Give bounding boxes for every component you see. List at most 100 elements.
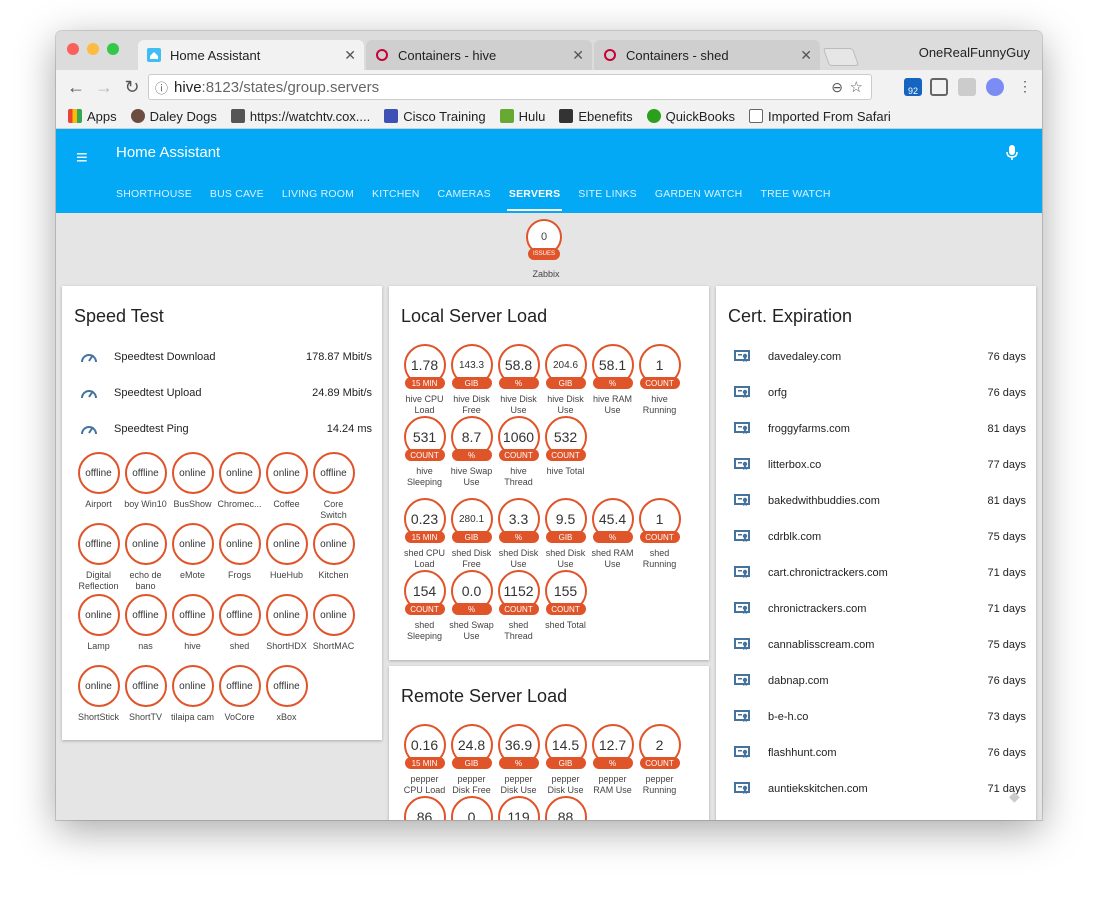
sensor-badge[interactable]: 0.16 15 MIN pepper CPU Load — [401, 724, 448, 796]
sensor-badge[interactable]: 0.0% shed Swap Use — [448, 570, 495, 642]
sensor-badge[interactable]: 155 COUNT shed Total — [542, 570, 589, 642]
tab-shorthouse[interactable]: SHORTHOUSE — [116, 188, 192, 200]
sensor-badge[interactable]: 1 COUNT shed Running — [636, 498, 683, 570]
device-badge[interactable]: online HueHub — [263, 523, 310, 592]
browser-tab-containers-hive[interactable]: Containers - hive ✕ — [366, 40, 592, 70]
close-tab-icon[interactable]: ✕ — [800, 47, 812, 64]
sensor-badge[interactable]: 86 — [401, 796, 448, 820]
tab-tree-watch[interactable]: TREE WATCH — [760, 188, 830, 200]
new-tab-button[interactable] — [822, 48, 860, 66]
device-badge[interactable]: offline Airport — [75, 452, 122, 521]
cert-row[interactable]: bakedwithbuddies.com 81 days — [728, 491, 1026, 511]
device-badge[interactable]: online Frogs — [216, 523, 263, 592]
device-badge[interactable]: online ShortMAC — [310, 594, 357, 663]
device-badge[interactable]: offline hive — [169, 594, 216, 663]
bookmark-hulu[interactable]: Hulu — [499, 109, 545, 124]
tab-living-room[interactable]: LIVING ROOM — [282, 188, 354, 200]
microphone-icon[interactable] — [1006, 145, 1022, 163]
sensor-badge[interactable]: 531 COUNT hive Sleeping — [401, 416, 448, 488]
device-badge[interactable]: online eMote — [169, 523, 216, 592]
sensor-badge[interactable]: 3.3% shed Disk Use — [495, 498, 542, 570]
browser-tab-home-assistant[interactable]: Home Assistant ✕ — [138, 40, 364, 70]
tab-kitchen[interactable]: KITCHEN — [372, 188, 420, 200]
cert-row[interactable]: cannablisscream.com 75 days — [728, 635, 1026, 655]
sensor-badge[interactable]: 88 — [542, 796, 589, 820]
speedtest-ping-row[interactable]: Speedtest Ping 14.24 ms — [74, 419, 372, 439]
tab-bus-cave[interactable]: BUS CAVE — [210, 188, 264, 200]
bookmark-star-icon[interactable]: ☆ — [850, 78, 863, 96]
sensor-badge[interactable]: 1152 COUNT shed Thread — [495, 570, 542, 642]
cert-row[interactable]: b-e-h.co 73 days — [728, 707, 1026, 727]
back-button[interactable]: ← — [62, 77, 90, 98]
tab-servers[interactable]: SERVERS — [506, 188, 563, 211]
device-badge[interactable]: offline nas — [122, 594, 169, 663]
scroll-indicator-icon[interactable]: ◆ — [1009, 788, 1020, 805]
cert-row[interactable]: chronictrackers.com 71 days — [728, 599, 1026, 619]
bookmark-apps[interactable]: Apps — [68, 109, 117, 124]
google-extension-icon[interactable] — [958, 78, 976, 96]
extension-icon[interactable]: 92 — [904, 78, 922, 96]
device-badge[interactable]: offline Core Switch — [310, 452, 357, 521]
zabbix-badge[interactable]: 0 ISSUES Zabbix — [526, 219, 566, 279]
info-icon[interactable]: ⓘ — [155, 78, 168, 97]
device-badge[interactable]: online echo de bano — [122, 523, 169, 592]
sensor-badge[interactable]: 143.3 GIB hive Disk Free — [448, 344, 495, 416]
sensor-badge[interactable]: 14.5 GIB pepper Disk Use — [542, 724, 589, 796]
tab-garden-watch[interactable]: GARDEN WATCH — [655, 188, 743, 200]
device-badge[interactable]: offline ShortTV — [122, 665, 169, 734]
sensor-badge[interactable]: 58.1% hive RAM Use — [589, 344, 636, 416]
sensor-badge[interactable]: 12.7% pepper RAM Use — [589, 724, 636, 796]
sensor-badge[interactable]: 0.23 15 MIN shed CPU Load — [401, 498, 448, 570]
sensor-badge[interactable]: 1060 COUNT hive Thread — [495, 416, 542, 488]
browser-tab-containers-shed[interactable]: Containers - shed ✕ — [594, 40, 820, 70]
device-badge[interactable]: offline shed — [216, 594, 263, 663]
profile-name[interactable]: OneRealFunnyGuy — [919, 45, 1030, 60]
sensor-badge[interactable]: 119 — [495, 796, 542, 820]
cert-row[interactable]: orfg 76 days — [728, 383, 1026, 403]
bookmark-imported-from-safari[interactable]: Imported From Safari — [748, 109, 891, 124]
minimize-window-button[interactable] — [87, 43, 99, 55]
maximize-window-button[interactable] — [107, 43, 119, 55]
address-bar[interactable]: ⓘ hive:8123/states/group.servers ⊖ ☆ — [148, 74, 872, 100]
sensor-badge[interactable]: 0 — [448, 796, 495, 820]
speedtest-upload-row[interactable]: Speedtest Upload 24.89 Mbit/s — [74, 383, 372, 403]
bookmark-daley-dogs[interactable]: Daley Dogs — [130, 109, 217, 124]
device-badge[interactable]: online tilaipa cam — [169, 665, 216, 734]
tab-site-links[interactable]: SITE LINKS — [578, 188, 637, 200]
cert-row[interactable]: dabnap.com 76 days — [728, 671, 1026, 691]
sensor-badge[interactable]: 45.4% shed RAM Use — [589, 498, 636, 570]
sensor-badge[interactable]: 58.8% hive Disk Use — [495, 344, 542, 416]
bookmark-cisco-training[interactable]: Cisco Training — [384, 109, 486, 124]
sensor-badge[interactable]: 1 COUNT hive Running — [636, 344, 683, 416]
zoom-icon[interactable]: ⊖ — [831, 79, 843, 96]
speedtest-download-row[interactable]: Speedtest Download 178.87 Mbit/s — [74, 347, 372, 367]
bookmark-quickbooks[interactable]: QuickBooks — [646, 109, 735, 124]
bookmark-watchtv[interactable]: https://watchtv.cox.... — [230, 109, 370, 124]
device-badge[interactable]: online ShortHDX — [263, 594, 310, 663]
sensor-badge[interactable]: 280.1 GIB shed Disk Free — [448, 498, 495, 570]
device-badge[interactable]: online BusShow — [169, 452, 216, 521]
device-badge[interactable]: offline boy Win10 — [122, 452, 169, 521]
device-badge[interactable]: offline Digital Reflection — [75, 523, 122, 592]
device-badge[interactable]: offline xBox — [263, 665, 310, 734]
cert-row[interactable]: litterbox.co 77 days — [728, 455, 1026, 475]
bookmark-ebenefits[interactable]: Ebenefits — [559, 109, 633, 124]
reload-button[interactable]: ↻ — [118, 77, 146, 98]
cert-row[interactable]: cart.chronictrackers.com 71 days — [728, 563, 1026, 583]
cast-icon[interactable] — [930, 78, 948, 96]
close-tab-icon[interactable]: ✕ — [572, 47, 584, 64]
sensor-badge[interactable]: 1.78 15 MIN hive CPU Load — [401, 344, 448, 416]
device-badge[interactable]: online Lamp — [75, 594, 122, 663]
sensor-badge[interactable]: 8.7% hive Swap Use — [448, 416, 495, 488]
sensor-badge[interactable]: 36.9% pepper Disk Use — [495, 724, 542, 796]
device-badge[interactable]: offline VoCore — [216, 665, 263, 734]
sensor-badge[interactable]: 204.6 GIB hive Disk Use — [542, 344, 589, 416]
profile-extension-icon[interactable] — [986, 78, 1004, 96]
cert-row[interactable]: davedaley.com 76 days — [728, 347, 1026, 367]
hamburger-menu-icon[interactable]: ≡ — [76, 147, 88, 170]
sensor-badge[interactable]: 2 COUNT pepper Running — [636, 724, 683, 796]
forward-button[interactable]: → — [90, 77, 118, 98]
device-badge[interactable]: online Kitchen — [310, 523, 357, 592]
sensor-badge[interactable]: 532 COUNT hive Total — [542, 416, 589, 488]
device-badge[interactable]: online ShortStick — [75, 665, 122, 734]
